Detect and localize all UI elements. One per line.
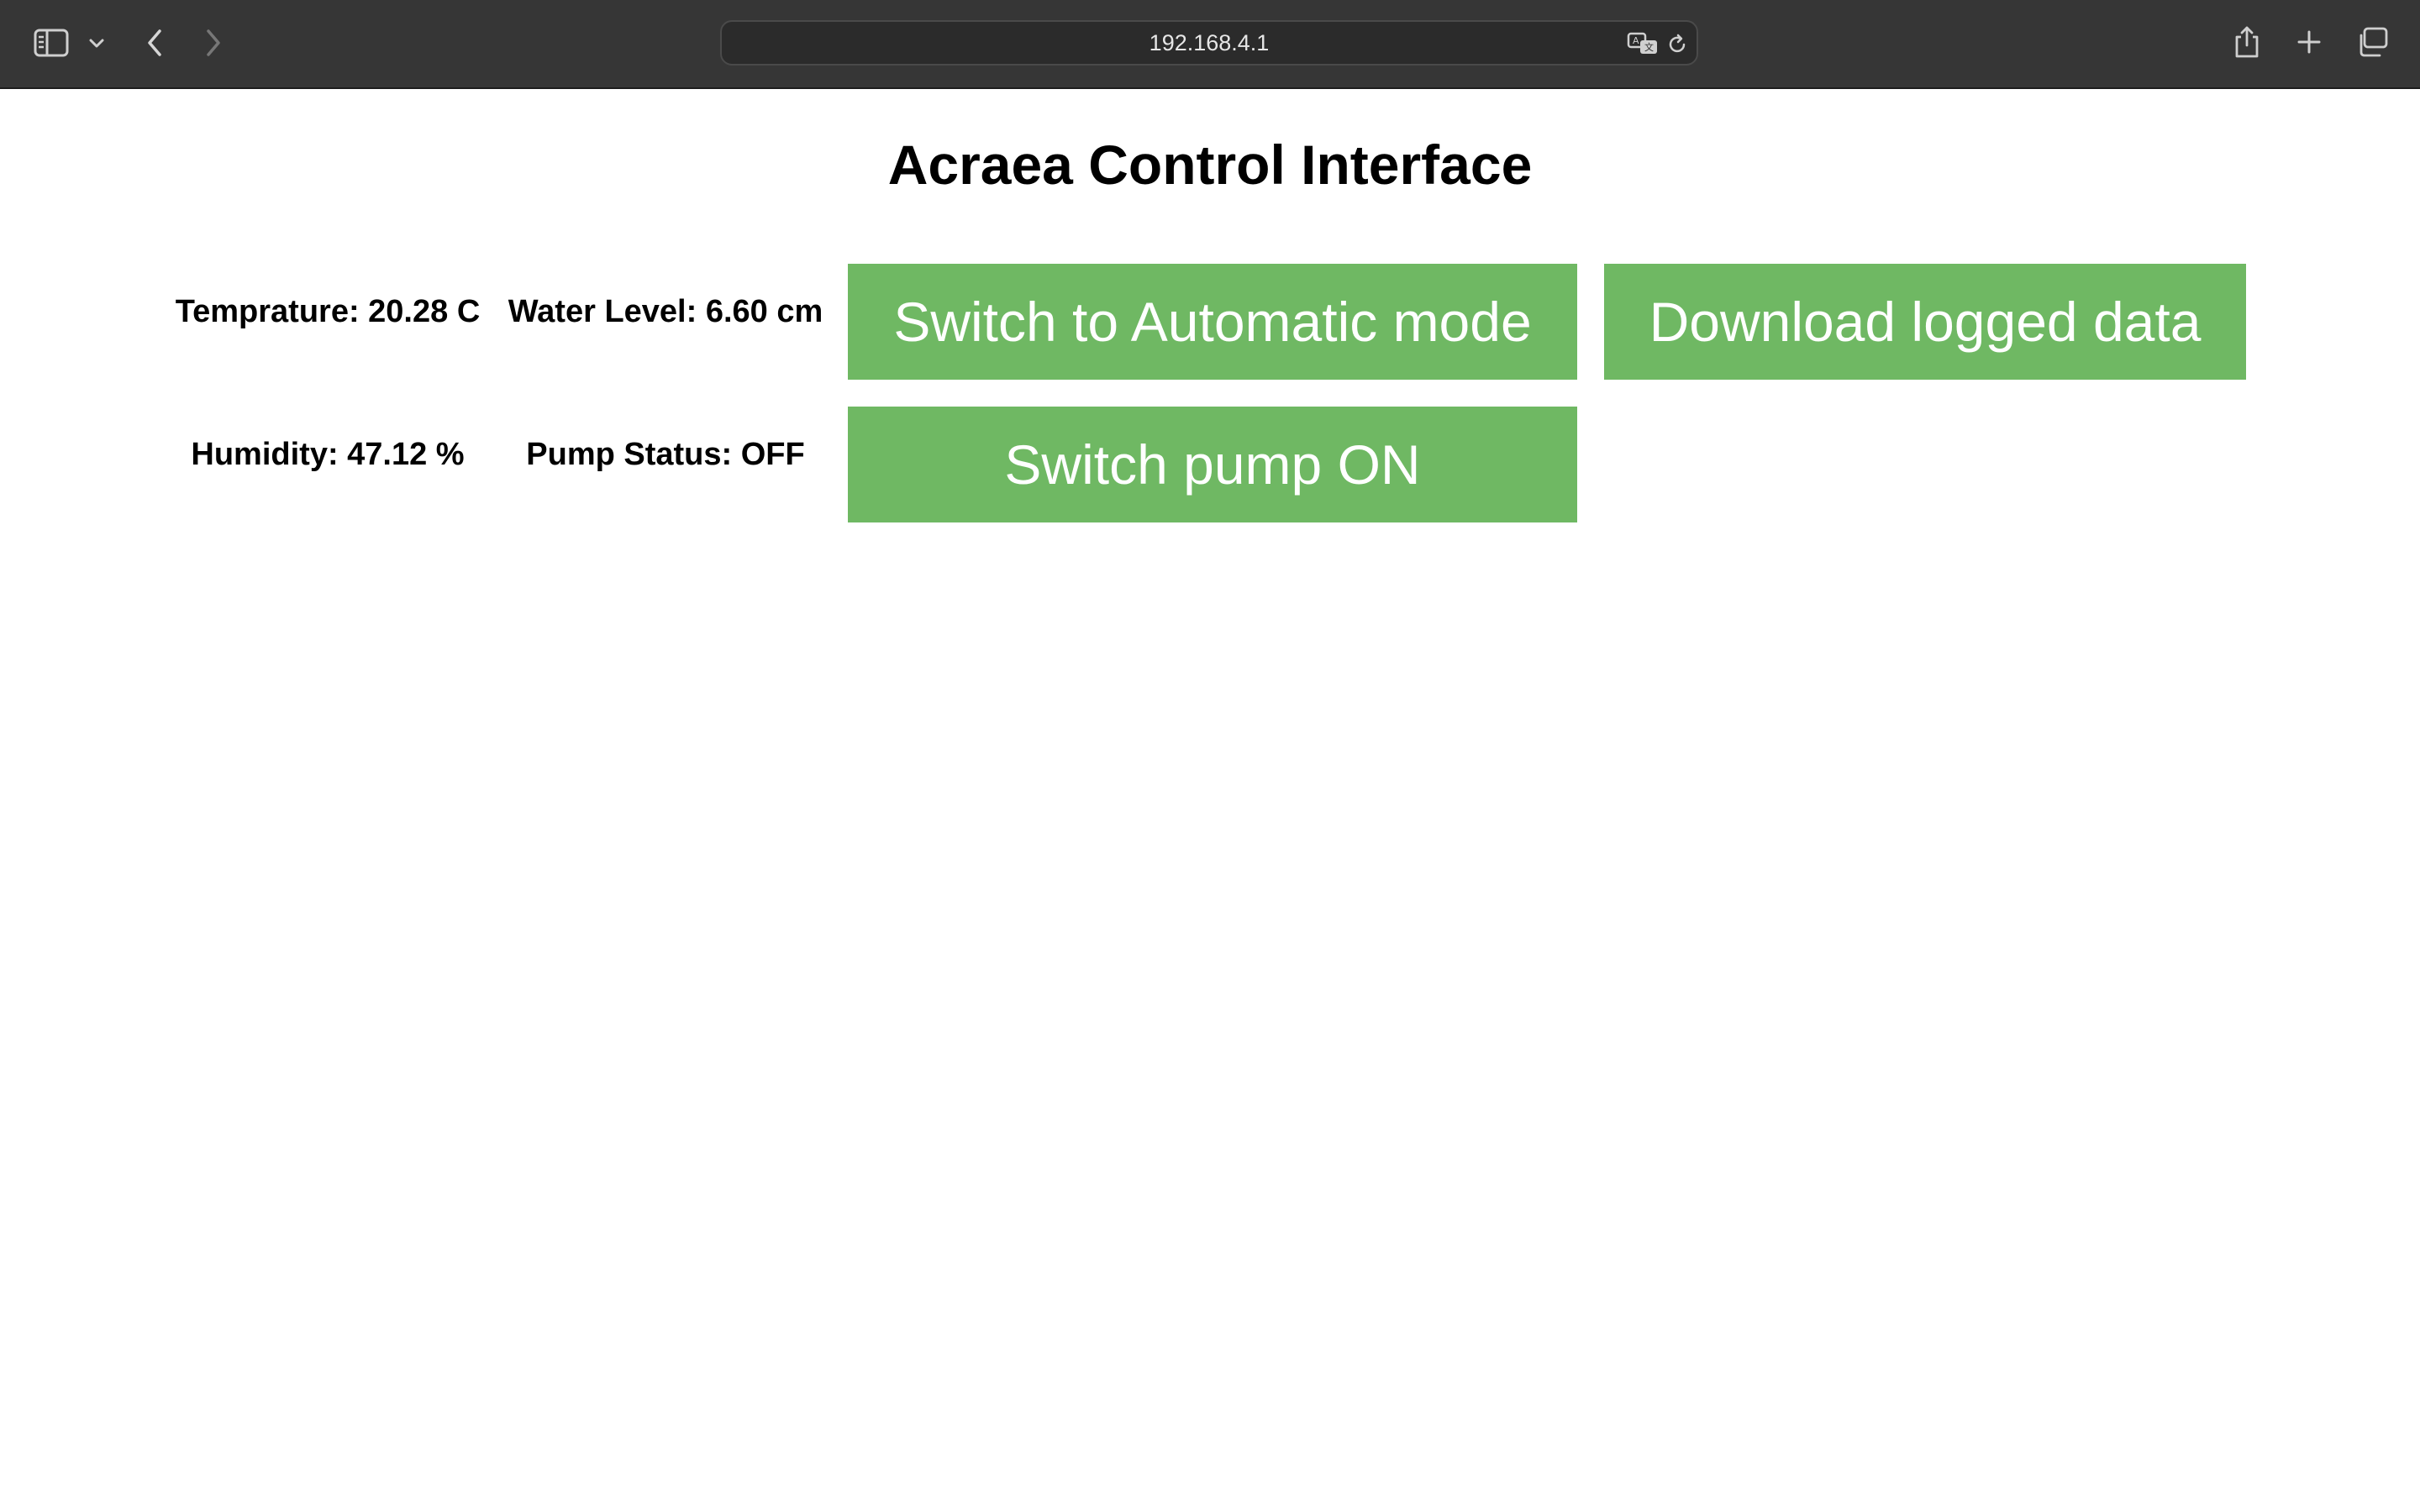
share-icon[interactable]	[2230, 22, 2264, 62]
water-level-readout: Water Level: 6.60 cm	[508, 294, 823, 329]
pump-status-readout: Pump Status: OFF	[526, 437, 805, 472]
svg-text:A: A	[1633, 35, 1639, 46]
chevron-down-icon[interactable]	[84, 29, 109, 57]
switch-pump-on-button[interactable]: Switch pump ON	[848, 407, 1577, 522]
temperature-readout: Temprature: 20.28 C	[175, 294, 481, 329]
plus-icon[interactable]	[2292, 25, 2326, 59]
translate-icon[interactable]: A 文	[1626, 31, 1660, 56]
url-text[interactable]: 192.168.4.1	[722, 22, 1697, 64]
reload-icon[interactable]	[1665, 32, 1690, 57]
svg-text:文: 文	[1644, 41, 1654, 53]
page-content: Acraea Control Interface Temprature: 20.…	[0, 89, 2420, 1512]
tabs-overview-icon[interactable]	[2354, 25, 2390, 59]
download-logged-data-button[interactable]: Download logged data	[1604, 264, 2246, 380]
switch-automatic-mode-button[interactable]: Switch to Automatic mode	[848, 264, 1577, 380]
page-title: Acraea Control Interface	[887, 134, 1533, 196]
humidity-readout: Humidity: 47.12 %	[191, 437, 465, 472]
chevron-right-icon[interactable]	[197, 24, 230, 62]
browser-toolbar: 192.168.4.1 A 文	[0, 0, 2420, 89]
chevron-left-icon[interactable]	[138, 24, 171, 62]
address-bar[interactable]: 192.168.4.1 A 文	[720, 20, 1698, 66]
sidebar-icon[interactable]	[30, 25, 72, 60]
